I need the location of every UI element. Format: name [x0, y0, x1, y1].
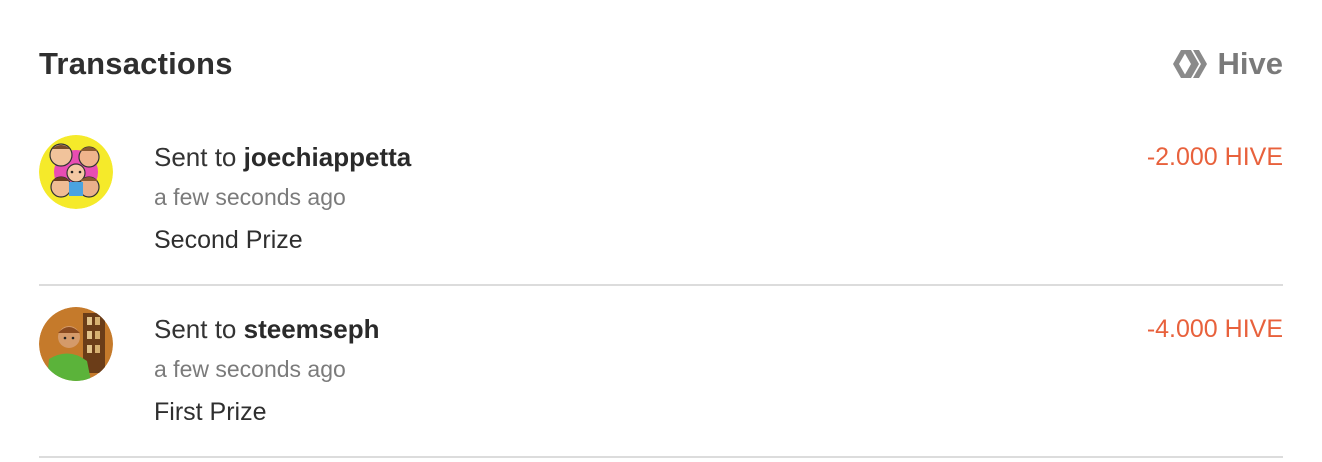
page-title: Transactions: [39, 46, 233, 81]
transaction-prefix: Sent to: [154, 142, 237, 172]
transaction-row: Sent to joechiappetta a few seconds ago …: [39, 114, 1283, 286]
transaction-list: Sent to joechiappetta a few seconds ago …: [39, 114, 1283, 458]
hive-brand[interactable]: Hive: [1172, 46, 1283, 82]
hive-logo-icon: [1172, 50, 1207, 78]
transaction-memo: First Prize: [154, 398, 267, 426]
panel-header: Transactions Hive: [39, 40, 1283, 88]
transaction-time: a few seconds ago: [154, 184, 346, 210]
user-avatar-icon: [39, 307, 113, 381]
recipient-link[interactable]: steemseph: [244, 314, 380, 344]
transaction-title: Sent to steemseph: [154, 312, 379, 346]
user-avatar-icon: [39, 135, 113, 209]
brand-label: Hive: [1217, 46, 1283, 81]
transaction-time: a few seconds ago: [154, 356, 346, 382]
transaction-memo: Second Prize: [154, 226, 303, 254]
transaction-amount: -4.000 HIVE: [1146, 315, 1283, 343]
user-avatar-steemseph[interactable]: [39, 307, 113, 381]
transaction-title: Sent to joechiappetta: [154, 140, 411, 174]
transaction-amount: -2.000 HIVE: [1146, 143, 1283, 171]
transaction-details: Sent to joechiappetta a few seconds ago …: [154, 140, 411, 256]
user-avatar-joechiappetta[interactable]: [39, 135, 113, 209]
transaction-row: Sent to steemseph a few seconds ago Firs…: [39, 286, 1283, 458]
recipient-link[interactable]: joechiappetta: [244, 142, 412, 172]
transactions-panel: Transactions Hive Sent to joechiappetta …: [0, 0, 1322, 462]
transaction-details: Sent to steemseph a few seconds ago Firs…: [154, 312, 379, 428]
transaction-prefix: Sent to: [154, 314, 237, 344]
